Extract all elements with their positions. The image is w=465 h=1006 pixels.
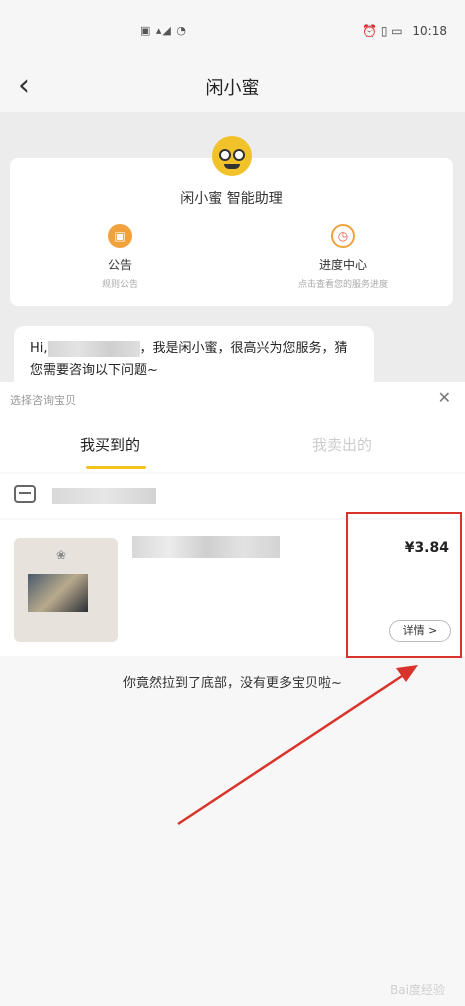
assistant-card: 闲小蜜 智能助理 ▣ 公告 规则公告 ◷ 进度中心 点击查看您的服务进度 bbox=[10, 158, 453, 306]
progress-label: 进度中心 bbox=[318, 258, 367, 272]
status-indicators: ⏰ ▯ ▭ 10:18 bbox=[362, 24, 447, 38]
notice-icon: ▣ bbox=[108, 224, 132, 248]
blurred-item-title bbox=[132, 536, 280, 558]
end-of-list-text: 你竟然拉到了底部，没有更多宝贝啦~ bbox=[123, 676, 342, 691]
notice-sub: 规则公告 bbox=[101, 280, 138, 290]
store-icon bbox=[14, 485, 36, 503]
clock-icon: ◷ bbox=[331, 224, 355, 248]
active-tab-indicator bbox=[86, 466, 146, 469]
assistant-avatar bbox=[212, 136, 252, 176]
battery-icon: ⏰ ▯ ▭ bbox=[362, 24, 403, 38]
page-title: 闲小蜜 bbox=[205, 78, 260, 99]
item-logo-icon: ❀ bbox=[56, 548, 67, 562]
sheet-title: 选择咨询宝贝 bbox=[10, 394, 76, 407]
chat-bubble: Hi, ，我是闲小蜜，很高兴为您服务，猜您需要咨询以下问题~ bbox=[14, 326, 374, 390]
sheet-header: 选择咨询宝贝 ✕ bbox=[0, 382, 465, 418]
item-photo bbox=[28, 574, 88, 612]
tab-bar: 我买到的 我卖出的 bbox=[0, 418, 465, 472]
progress-sub: 点击查看您的服务进度 bbox=[297, 280, 388, 290]
status-bar: ▣ ▴◢ ◔ ⏰ ▯ ▭ 10:18 bbox=[0, 0, 465, 60]
tab-sold[interactable]: 我卖出的 bbox=[312, 434, 372, 455]
notice-label: 公告 bbox=[107, 258, 132, 272]
assistant-title: 闲小蜜 智能助理 bbox=[180, 191, 283, 207]
greeting-text: Hi, ，我是闲小蜜，很高兴为您服务，猜您需要咨询以下问题~ bbox=[30, 338, 360, 382]
watermark-logo: Bai度经验 bbox=[390, 983, 445, 997]
status-time: 10:18 bbox=[412, 24, 447, 38]
select-item-sheet: 选择咨询宝贝 ✕ 我买到的 我卖出的 ❀ ¥3.84 详情 > 你竟然拉到了底部… bbox=[0, 382, 465, 1006]
close-icon[interactable]: ✕ bbox=[438, 388, 451, 407]
notice-entry[interactable]: ▣ 公告 规则公告 bbox=[40, 224, 200, 290]
tab-bought[interactable]: 我买到的 bbox=[80, 434, 140, 455]
blurred-store-name bbox=[52, 488, 156, 504]
annotation-highlight-box bbox=[346, 512, 462, 658]
nav-bar: ‹ 闲小蜜 bbox=[0, 60, 465, 112]
greeting-prefix: Hi, bbox=[30, 341, 48, 356]
signal-icon: ▣ ▴◢ ◔ bbox=[140, 24, 187, 37]
item-thumbnail: ❀ bbox=[14, 538, 118, 642]
progress-center-entry[interactable]: ◷ 进度中心 点击查看您的服务进度 bbox=[263, 224, 423, 290]
blurred-username bbox=[47, 340, 140, 357]
